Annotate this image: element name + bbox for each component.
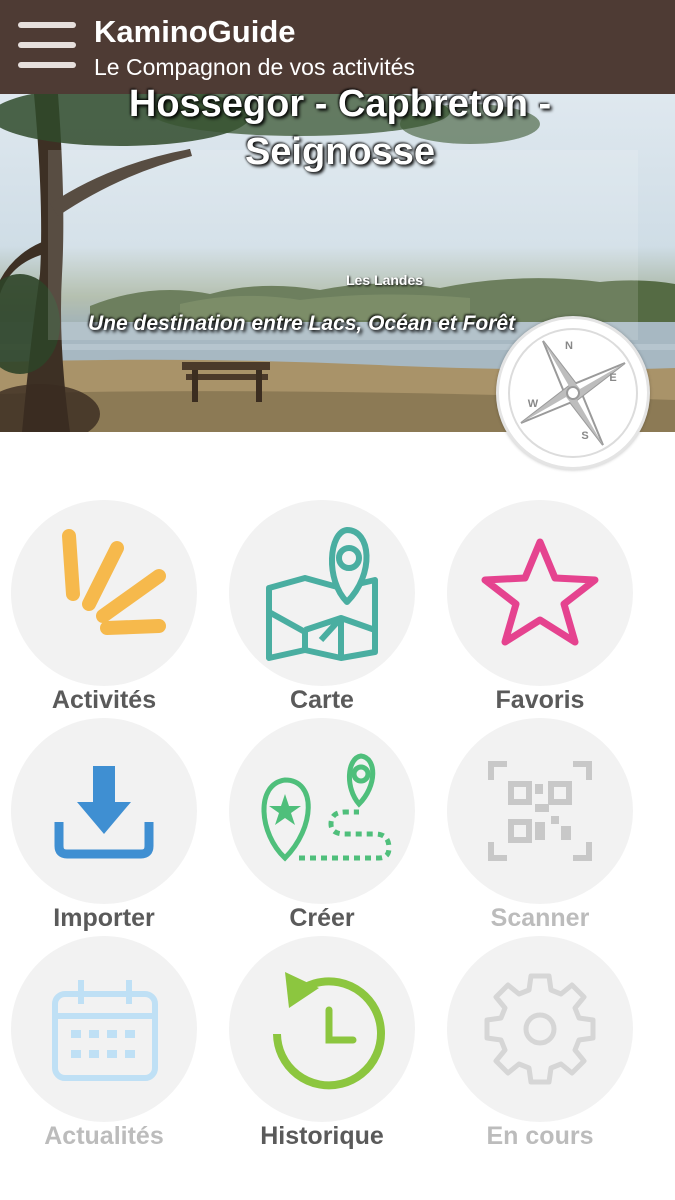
tile-label: Actualités (44, 1122, 164, 1150)
svg-text:E: E (609, 372, 616, 384)
qr-code-icon (488, 761, 592, 861)
activities-burst-icon (62, 529, 166, 635)
tile-actualites[interactable]: Actualités (0, 936, 218, 1150)
tile-label: Scanner (490, 904, 590, 932)
calendar-icon (52, 980, 158, 1081)
tile-label: Importer (53, 904, 155, 932)
gear-icon (484, 973, 596, 1085)
tile-label: Historique (260, 1122, 384, 1150)
tile-en-cours[interactable]: En cours (436, 936, 654, 1150)
tile-label: En cours (486, 1122, 594, 1150)
app-subtitle: Le Compagnon de vos activités (94, 54, 415, 80)
hero-tagline: Une destination entre Lacs, Océan et For… (88, 312, 516, 335)
svg-text:S: S (581, 430, 588, 442)
tile-carte[interactable]: Carte (218, 500, 436, 714)
tile-importer[interactable]: Importer (0, 718, 218, 932)
hero-region: Les Landes (346, 272, 424, 288)
download-icon (54, 766, 154, 859)
tile-label: Favoris (495, 686, 585, 714)
star-icon (481, 538, 599, 646)
hero-title: Hossegor - Capbreton -Seignosse (128, 83, 552, 173)
app-title: KaminoGuide (94, 14, 296, 49)
tile-label: Carte (290, 686, 354, 714)
svg-text:N: N (565, 340, 573, 352)
hamburger-menu-icon[interactable] (18, 22, 76, 72)
tile-creer[interactable]: Créer (218, 718, 436, 932)
tile-label: Créer (289, 904, 355, 932)
tile-historique[interactable]: Historique (218, 936, 436, 1150)
tile-activites[interactable]: Activités (0, 500, 218, 714)
tile-scanner[interactable]: Scanner (436, 718, 654, 932)
history-icon (273, 972, 385, 1090)
tile-label: Activités (51, 686, 157, 714)
compass-icon[interactable]: N E S W (496, 316, 650, 470)
route-create-icon (261, 753, 392, 862)
map-pin-icon (266, 527, 378, 661)
tile-favoris[interactable]: Favoris (436, 500, 654, 714)
svg-text:W: W (528, 398, 539, 410)
